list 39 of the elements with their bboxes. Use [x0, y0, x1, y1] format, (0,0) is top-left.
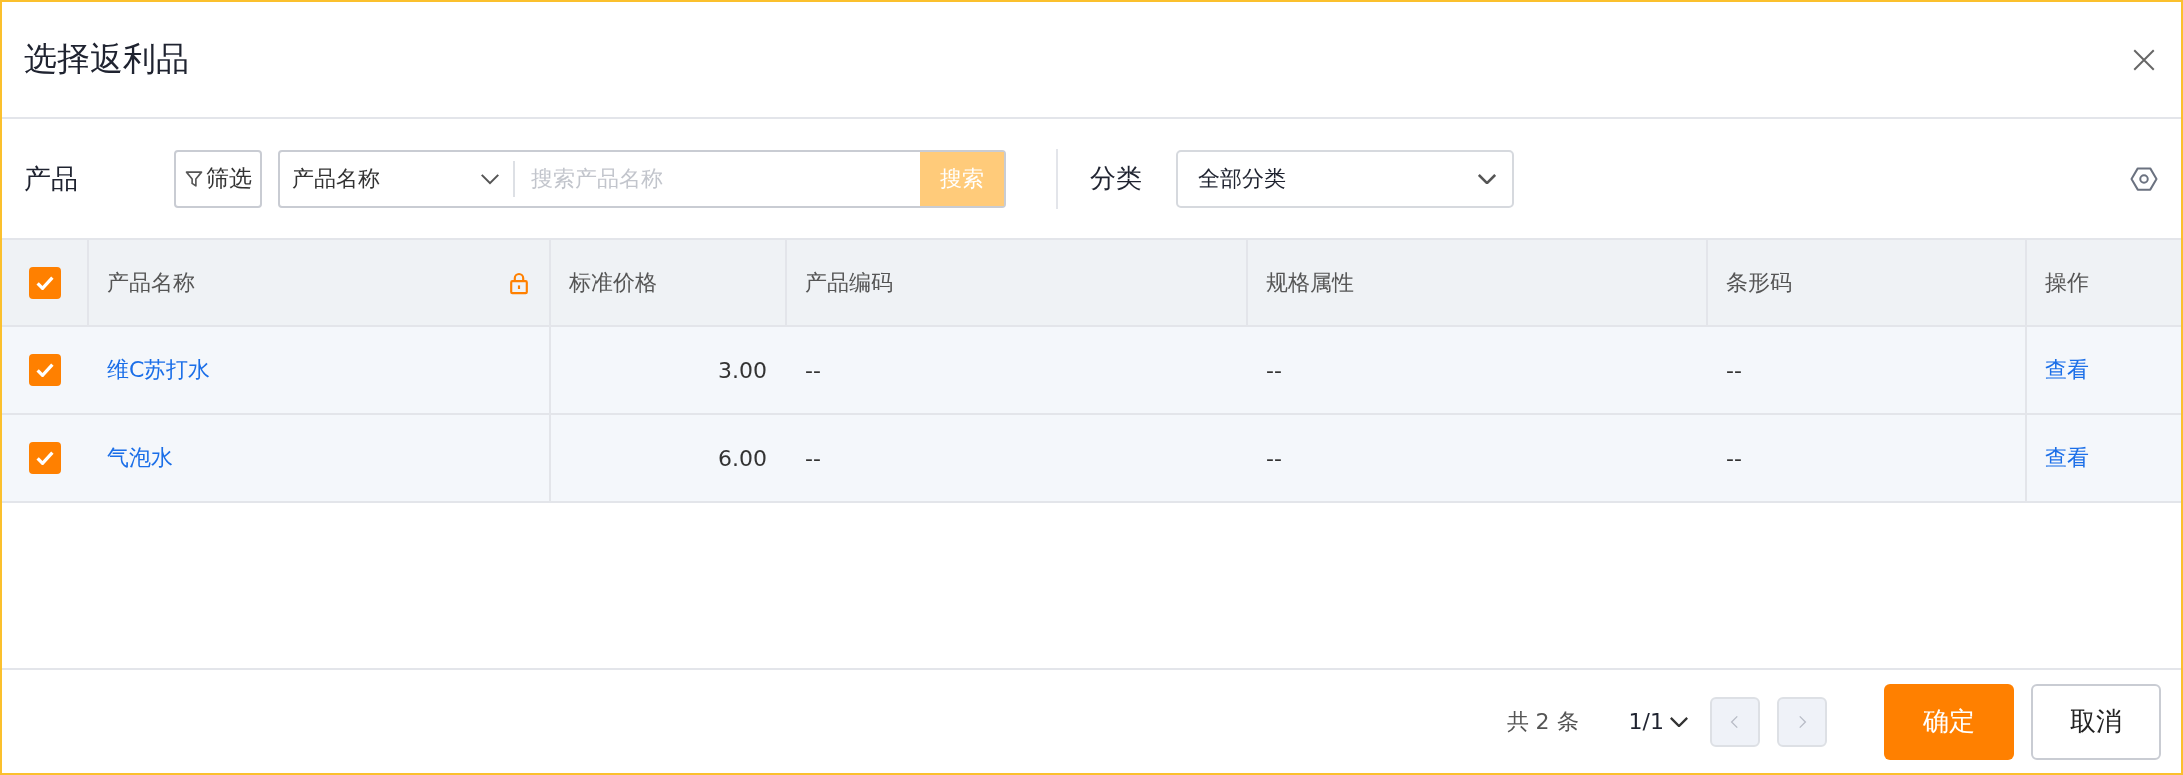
table-cell: --	[805, 357, 821, 383]
select-all-checkbox[interactable]	[28, 266, 61, 299]
column-header: 标准价格	[569, 268, 657, 297]
search-input[interactable]: 搜索产品名称	[515, 166, 920, 191]
funnel-icon	[184, 168, 204, 189]
table-cell: --	[1726, 357, 1742, 383]
total-count: 共 2 条	[1506, 707, 1579, 736]
table-cell: 6.00	[718, 445, 767, 471]
cancel-button[interactable]: 取消	[2031, 683, 2161, 760]
view-link[interactable]: 查看	[2045, 443, 2089, 473]
column-header: 规格属性	[1266, 268, 1354, 297]
column-header: 产品名称	[107, 268, 195, 297]
table-cell: --	[1266, 357, 1282, 383]
check-icon	[35, 363, 54, 377]
view-link[interactable]: 查看	[2045, 355, 2089, 385]
row-checkbox[interactable]	[28, 442, 61, 474]
lock-icon[interactable]	[507, 270, 531, 295]
check-icon	[35, 275, 54, 290]
product-name-link[interactable]: 维C苏打水	[107, 355, 211, 385]
table-cell: --	[805, 445, 821, 471]
dialog-title: 选择返利品	[24, 38, 189, 80]
table-cell: 3.00	[718, 357, 767, 383]
column-header: 操作	[2045, 268, 2089, 297]
product-name-link[interactable]: 气泡水	[107, 443, 173, 473]
filter-button[interactable]: 筛选	[174, 149, 262, 208]
page-select[interactable]: 1/1	[1628, 709, 1688, 734]
column-header: 产品编码	[805, 268, 893, 297]
chevron-down-icon	[1478, 173, 1496, 184]
table-cell: --	[1726, 445, 1742, 471]
search-type-select[interactable]: 产品名称	[280, 160, 515, 197]
row-checkbox[interactable]	[28, 354, 61, 386]
category-label: 分类	[1090, 162, 1142, 195]
table-cell: --	[1266, 445, 1282, 471]
category-select[interactable]: 全部分类	[1176, 149, 1514, 208]
product-label: 产品	[24, 161, 79, 196]
search-field[interactable]: 产品名称 搜索产品名称 搜索	[278, 149, 1006, 208]
column-header: 条形码	[1726, 268, 1792, 297]
chevron-down-icon	[1670, 716, 1688, 727]
check-icon	[35, 451, 54, 465]
